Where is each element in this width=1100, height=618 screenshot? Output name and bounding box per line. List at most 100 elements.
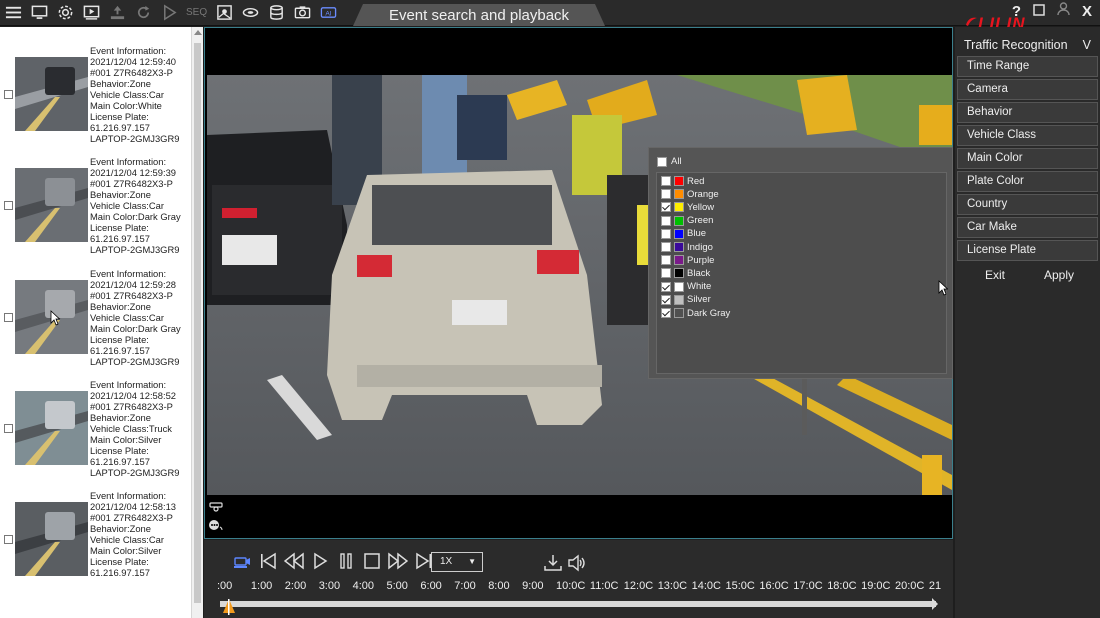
timeline-hour-labels[interactable]: :00 1:00 2:00 3:00 4:00 5:00 6:00 7:00 8:00 9:00 1… <box>217 580 941 594</box>
event-list-item[interactable]: Event Information: 2021/12/04 12:58:52 #00… <box>0 374 190 485</box>
filter-button[interactable]: Vehicle Class <box>957 125 1098 146</box>
upload-icon[interactable] <box>108 3 126 21</box>
filter-button[interactable]: Behavior <box>957 102 1098 123</box>
event-checkbox[interactable] <box>4 535 13 544</box>
filter-button[interactable]: Car Make <box>957 217 1098 238</box>
storage-icon[interactable] <box>241 3 259 21</box>
event-thumbnail[interactable] <box>15 502 88 576</box>
user-icon[interactable] <box>1057 2 1070 20</box>
event-list-item[interactable]: Event Information: 2021/12/04 12:59:39 #00… <box>0 151 190 262</box>
event-thumbnail[interactable] <box>15 391 88 465</box>
event-checkbox[interactable] <box>4 313 13 322</box>
snapshot-icon[interactable] <box>293 3 311 21</box>
play-icon[interactable] <box>160 3 178 21</box>
event-list[interactable]: Event Information: 2021/12/04 12:59:40 #00… <box>0 27 203 618</box>
event-list-scrollbar[interactable] <box>191 27 203 618</box>
color-option[interactable]: Black <box>661 267 710 279</box>
audio-talk-icon[interactable] <box>208 518 224 535</box>
download-icon[interactable] <box>541 551 565 575</box>
event-info-line: LAPTOP-2GMJ3GR9 <box>90 356 180 367</box>
color-option[interactable]: Indigo <box>661 241 713 253</box>
event-info-line: Vehicle Class:Car <box>90 89 164 100</box>
rewind-icon[interactable] <box>282 549 306 573</box>
refresh-icon[interactable] <box>134 3 152 21</box>
close-button[interactable]: X <box>1082 3 1092 20</box>
event-list-item[interactable]: Event Information: 2021/12/04 12:59:28 #00… <box>0 263 190 374</box>
filter-button[interactable]: License Plate <box>957 240 1098 261</box>
speed-value: 1X <box>440 556 453 567</box>
all-checkbox[interactable] <box>657 156 667 167</box>
color-checkbox[interactable] <box>661 268 671 279</box>
play-icon[interactable] <box>308 549 332 573</box>
color-option[interactable]: White <box>661 281 711 293</box>
color-option[interactable]: Purple <box>661 254 714 266</box>
color-checkbox[interactable] <box>661 308 671 318</box>
color-option[interactable]: Yellow <box>661 201 714 213</box>
sequence-label[interactable]: SEQ <box>186 7 207 18</box>
timeline-hour-label: 13:0C <box>657 580 688 592</box>
event-info-line: Behavior:Zone <box>90 189 151 200</box>
color-label: White <box>687 281 712 293</box>
event-list-item[interactable]: Event Information: 2021/12/04 12:58:13 #00… <box>0 485 190 596</box>
event-checkbox[interactable] <box>4 201 13 210</box>
step-back-icon[interactable] <box>256 549 280 573</box>
color-checkbox[interactable] <box>661 202 671 213</box>
stop-icon[interactable] <box>360 549 384 573</box>
color-checkbox[interactable] <box>661 255 671 266</box>
filter-button[interactable]: Main Color <box>957 148 1098 169</box>
filter-panel: Traffic Recognition V Time Range Camera Be… <box>955 27 1100 618</box>
color-checkbox[interactable] <box>661 281 671 292</box>
color-checkbox[interactable] <box>661 294 671 305</box>
camera-icon[interactable] <box>209 500 223 515</box>
apply-button[interactable]: Apply <box>1044 268 1074 282</box>
gear-icon[interactable] <box>56 3 74 21</box>
playback-icon[interactable] <box>82 3 100 21</box>
monitor-icon[interactable] <box>30 3 48 21</box>
panel-header[interactable]: Traffic Recognition V <box>955 35 1100 57</box>
map-icon[interactable] <box>215 3 233 21</box>
color-option[interactable]: Silver <box>661 294 711 306</box>
scroll-thumb[interactable] <box>194 43 201 603</box>
event-checkbox[interactable] <box>4 90 13 99</box>
camera-select-icon[interactable] <box>230 549 254 573</box>
color-checkbox[interactable] <box>661 242 671 252</box>
speed-select[interactable]: 1X ▼ <box>431 552 483 572</box>
filter-button[interactable]: Camera <box>957 79 1098 100</box>
color-option[interactable]: Red <box>661 175 704 187</box>
pause-icon[interactable] <box>334 549 358 573</box>
color-checkbox[interactable] <box>661 228 671 239</box>
exit-button[interactable]: Exit <box>985 268 1005 282</box>
filter-button[interactable]: Country <box>957 194 1098 215</box>
color-options-list[interactable]: Red Orange Yellow Green Blue Indigo Purple Blac… <box>656 172 947 374</box>
panel-title: Traffic Recognition <box>964 38 1068 52</box>
event-thumbnail[interactable] <box>15 57 88 131</box>
fast-forward-icon[interactable] <box>386 549 410 573</box>
timeline-marker-icon[interactable] <box>222 599 236 615</box>
color-option[interactable]: Blue <box>661 228 706 240</box>
color-checkbox[interactable] <box>661 215 671 226</box>
color-all-option[interactable]: All <box>657 156 682 167</box>
color-option[interactable]: Dark Gray <box>661 307 730 319</box>
volume-icon[interactable] <box>565 551 589 575</box>
color-option[interactable]: Green <box>661 215 713 227</box>
filter-button[interactable]: Time Range <box>957 56 1098 77</box>
event-info: Event Information: 2021/12/04 12:59:40 #00… <box>90 45 179 144</box>
ai-icon[interactable]: AI <box>319 3 337 21</box>
color-option[interactable]: Orange <box>661 188 719 200</box>
color-checkbox[interactable] <box>661 176 671 186</box>
color-checkbox[interactable] <box>661 189 671 200</box>
menu-icon[interactable] <box>4 3 22 21</box>
timeline-hour-label: 21 <box>928 580 942 592</box>
panel-toggle[interactable]: V <box>1083 38 1091 52</box>
timeline-track[interactable] <box>220 598 938 610</box>
main-color-dropdown[interactable]: All Red Orange Yellow Green Blue Indigo Purple… <box>648 147 953 379</box>
filter-button[interactable]: Plate Color <box>957 171 1098 192</box>
maximize-icon[interactable] <box>1033 3 1045 20</box>
timeline-hour-label: 9:00 <box>522 580 544 592</box>
database-icon[interactable] <box>267 3 285 21</box>
scroll-up-icon[interactable] <box>194 30 202 35</box>
event-list-item[interactable]: Event Information: 2021/12/04 12:59:40 #00… <box>0 40 190 151</box>
event-checkbox[interactable] <box>4 424 13 433</box>
event-info-line: #001 Z7R6482X3-P <box>90 290 173 301</box>
event-thumbnail[interactable] <box>15 168 88 242</box>
